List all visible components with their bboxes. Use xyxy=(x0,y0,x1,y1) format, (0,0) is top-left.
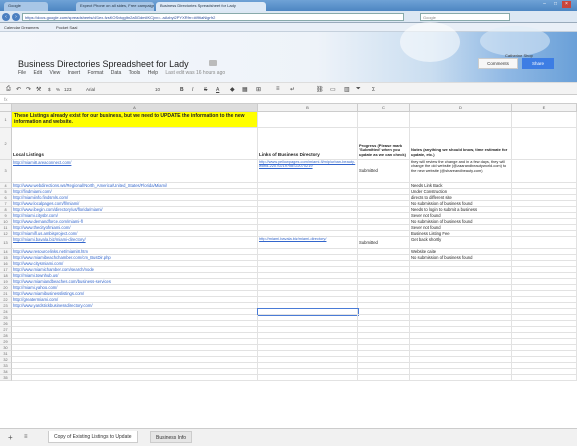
maximize-icon[interactable]: □ xyxy=(551,1,560,8)
url-field[interactable]: https://docs.google.com/spreadsheets/d/1… xyxy=(22,13,404,21)
share-button[interactable]: Share xyxy=(522,58,554,69)
notes-cell[interactable]: Get back shortly xyxy=(410,237,512,249)
grid-cell[interactable] xyxy=(512,128,577,160)
menu-tools[interactable]: Tools xyxy=(129,70,141,76)
listing-link[interactable]: http://miami8.areaconnect.com/ xyxy=(12,160,258,183)
grid-cell[interactable] xyxy=(512,237,577,249)
align-left-icon[interactable]: ≡ xyxy=(276,86,280,92)
corner-cell[interactable] xyxy=(0,104,12,112)
browser-title-bar: Google Expect Phone on all sides, Free c… xyxy=(0,0,577,11)
link-icon[interactable]: ⛓ xyxy=(316,86,324,93)
directory-link[interactable]: http://miami.bavala.biz/miami-directory/ xyxy=(258,237,358,249)
folder-icon[interactable] xyxy=(209,60,217,66)
row-header[interactable]: 13 xyxy=(0,237,12,249)
back-icon[interactable]: ‹ xyxy=(2,13,10,21)
menu-edit[interactable]: Edit xyxy=(33,70,42,76)
listing-link[interactable]: http://miami.bavala.biz/miami-directory/ xyxy=(12,237,258,249)
menu-data[interactable]: Data xyxy=(111,70,122,76)
bookmark-item[interactable]: Pocket Saal xyxy=(56,25,77,30)
menu-view[interactable]: View xyxy=(49,70,60,76)
bookmark-item[interactable]: Calendar Dreamers xyxy=(4,25,39,30)
browser-window: Google Expect Phone on all sides, Free c… xyxy=(0,0,577,446)
search-input[interactable]: Google xyxy=(420,13,510,21)
browser-tab[interactable]: Google xyxy=(4,2,48,11)
formatting-toolbar: ⎙ ↶ ↷ ⚒ $ % 123 Arial 10 B I S A ◆ ▦ ⊞ ≡… xyxy=(0,82,577,95)
minimize-icon[interactable]: – xyxy=(540,1,549,8)
directory-link[interactable]: http://www.yellowpages.com/miami-fl/mip/… xyxy=(258,160,358,183)
progress-cell[interactable]: Submitted xyxy=(358,237,410,249)
document-title[interactable]: Business Directories Spreadsheet for Lad… xyxy=(18,59,189,69)
text-color-button[interactable]: A xyxy=(216,87,219,93)
grid-cell[interactable] xyxy=(358,112,410,128)
row-header[interactable]: 3 xyxy=(0,160,12,183)
row-header[interactable]: 35 xyxy=(0,375,12,381)
wrap-icon[interactable]: ↵ xyxy=(290,86,295,93)
currency-format[interactable]: $ xyxy=(48,87,51,92)
row-header[interactable]: 1 xyxy=(0,112,12,128)
menu-insert[interactable]: Insert xyxy=(68,70,81,76)
browser-tab[interactable]: Expect Phone on all sides, Free campaign… xyxy=(76,2,154,11)
strikethrough-button[interactable]: S xyxy=(204,87,207,93)
grid-cell[interactable] xyxy=(512,160,577,183)
functions-button[interactable]: Σ xyxy=(372,87,375,93)
address-bar: ‹ › https://docs.google.com/spreadsheets… xyxy=(0,11,577,23)
column-title-c[interactable]: Progress (Please mark 'Submitted' when y… xyxy=(358,128,410,160)
grid-cell[interactable] xyxy=(12,375,258,381)
menu-file[interactable]: File xyxy=(18,70,26,76)
sheet-tab-business-info[interactable]: Business Info xyxy=(150,431,193,443)
italic-button[interactable]: I xyxy=(192,87,193,93)
grid-cell[interactable] xyxy=(410,375,512,381)
menu-bar: File Edit View Insert Format Data Tools … xyxy=(18,70,231,76)
column-header-e[interactable]: E xyxy=(512,104,577,112)
column-header-d[interactable]: D xyxy=(410,104,512,112)
browser-tab-active[interactable]: Business Directories Spreadsheet for Lad… xyxy=(156,2,266,11)
grid-cell[interactable] xyxy=(512,375,577,381)
add-sheet-button[interactable]: + xyxy=(8,433,13,442)
grid-cell[interactable] xyxy=(512,112,577,128)
sheet-tab-bar: + ≡ Copy of Existing Listings to Update … xyxy=(0,428,577,446)
close-icon[interactable]: × xyxy=(562,1,571,8)
comments-button[interactable]: Comments xyxy=(478,58,518,69)
grid-cell[interactable] xyxy=(358,375,410,381)
chart-icon[interactable]: ▥ xyxy=(344,86,350,93)
print-icon[interactable]: ⎙ xyxy=(6,86,11,93)
last-edit-status[interactable]: Last edit was 16 hours ago xyxy=(165,70,225,76)
column-title-a[interactable]: Local Listings xyxy=(12,128,258,160)
bold-button[interactable]: B xyxy=(180,87,184,93)
redo-icon[interactable]: ↷ xyxy=(26,86,31,93)
paint-format-icon[interactable]: ⚒ xyxy=(36,86,41,93)
banner-cell[interactable]: These Listings already exist for our bus… xyxy=(12,112,258,128)
column-header-b[interactable]: B xyxy=(258,104,358,112)
percent-format[interactable]: % xyxy=(56,87,60,92)
row-header[interactable]: 2 xyxy=(0,128,12,160)
column-header-a[interactable]: A xyxy=(12,104,258,112)
undo-icon[interactable]: ↶ xyxy=(16,86,21,93)
column-title-b[interactable]: Links of Business Directory xyxy=(258,128,358,160)
sheet-list-button[interactable]: ≡ xyxy=(24,434,28,440)
forward-icon[interactable]: › xyxy=(12,13,20,21)
grid-cell[interactable] xyxy=(410,112,512,128)
sheet-tab-existing-listings[interactable]: Copy of Existing Listings to Update xyxy=(48,431,138,443)
comment-icon[interactable]: ▭ xyxy=(330,86,336,93)
number-format[interactable]: 123 xyxy=(64,87,72,92)
formula-bar[interactable]: fx xyxy=(0,95,577,104)
banner-decoration xyxy=(400,22,460,62)
notes-cell[interactable]: they will review the change and in a few… xyxy=(410,160,512,183)
borders-icon[interactable]: ▦ xyxy=(242,86,248,93)
column-header-c[interactable]: C xyxy=(358,104,410,112)
menu-format[interactable]: Format xyxy=(88,70,104,76)
column-title-d[interactable]: Notes (anything we should know, time est… xyxy=(410,128,512,160)
menu-help[interactable]: Help xyxy=(148,70,158,76)
font-select[interactable]: Arial xyxy=(86,87,95,92)
progress-cell[interactable]: Submitted xyxy=(358,160,410,183)
grid-cell[interactable] xyxy=(258,112,358,128)
grid-cell[interactable] xyxy=(258,375,358,381)
banner-decoration xyxy=(480,26,550,56)
fill-color-icon[interactable]: ◆ xyxy=(230,86,235,93)
filter-icon[interactable]: ⏷ xyxy=(356,86,361,93)
merge-icon[interactable]: ⊞ xyxy=(256,86,261,93)
font-size-select[interactable]: 10 xyxy=(155,87,160,92)
